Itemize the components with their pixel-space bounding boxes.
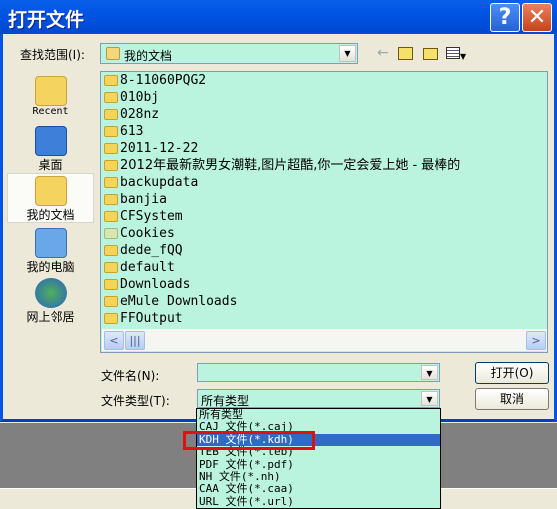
chevron-down-icon[interactable]: ▼	[421, 391, 438, 406]
back-icon[interactable]: ←	[377, 45, 389, 61]
file-name: CFSystem	[120, 209, 183, 224]
horizontal-scrollbar[interactable]: < ||| >	[102, 329, 547, 351]
annotation-highlight-box	[183, 431, 315, 450]
file-name: 028nz	[120, 107, 160, 122]
up-folder-icon[interactable]	[398, 47, 413, 60]
folder-icon	[104, 143, 118, 154]
folder-icon	[104, 211, 118, 222]
file-list-item[interactable]: banjia	[101, 191, 547, 208]
folder-icon	[104, 160, 118, 171]
folder-icon	[104, 177, 118, 188]
place-recent[interactable]: Recent	[7, 74, 94, 124]
filetype-option[interactable]: CAA 文件(*.caa)	[197, 482, 440, 495]
file-name: 010bj	[120, 90, 160, 105]
filename-input[interactable]: ▼	[197, 363, 440, 382]
lookin-value: 我的文档	[124, 49, 173, 63]
my-documents-icon	[106, 47, 120, 60]
folder-icon	[104, 126, 118, 137]
file-name: 2012年最新款男女潮鞋,图片超酷,你一定会爱上她 - 最棒的	[120, 158, 461, 173]
file-list-item[interactable]: eMule Downloads	[101, 293, 547, 310]
recent-folder-icon	[34, 76, 67, 106]
file-name: dede_fQQ	[120, 243, 183, 258]
file-name: banjia	[120, 192, 167, 207]
file-list-item[interactable]: dede_fQQ	[101, 242, 547, 259]
place-my-computer[interactable]: 我的电脑	[7, 226, 94, 276]
file-list-item[interactable]: 2012年最新款男女潮鞋,图片超酷,你一定会爱上她 - 最棒的	[101, 157, 547, 174]
filename-label: 文件名(N):	[101, 369, 160, 383]
close-button[interactable]: ✕	[522, 3, 552, 32]
folder-icon	[104, 92, 118, 103]
my-computer-icon	[34, 228, 67, 258]
folder-icon	[104, 296, 118, 307]
file-list-item[interactable]: Downloads	[101, 276, 547, 293]
open-button[interactable]: 打开(O)	[475, 362, 549, 384]
file-list-item[interactable]: default	[101, 259, 547, 276]
file-list-item[interactable]: backupdata	[101, 174, 547, 191]
file-name: Downloads	[120, 277, 191, 292]
folder-icon	[104, 194, 118, 205]
folder-icon	[104, 245, 118, 256]
file-list[interactable]: 8-11060PQG2 010bj 028nz 613 2011-12-22 2012年最…	[100, 71, 548, 353]
my-documents-icon	[34, 176, 67, 206]
file-name: default	[120, 260, 175, 275]
filetype-label: 文件类型(T):	[101, 394, 170, 408]
window-title: 打开文件	[8, 9, 85, 31]
file-name: Cookies	[120, 226, 175, 241]
file-list-item[interactable]: 613	[101, 123, 547, 140]
file-list-item[interactable]: FFOutput	[101, 310, 547, 327]
lookin-label: 查找范围(I):	[20, 48, 85, 62]
network-places-icon	[34, 278, 67, 308]
file-list-item[interactable]: 010bj	[101, 89, 547, 106]
place-my-documents[interactable]: 我的文档	[7, 173, 94, 223]
scroll-right-button[interactable]: >	[526, 331, 546, 350]
place-desktop[interactable]: 桌面	[7, 124, 94, 174]
folder-icon	[104, 262, 118, 273]
folder-icon	[104, 109, 118, 120]
file-name: 2011-12-22	[120, 141, 199, 156]
file-name: 8-11060PQG2	[120, 73, 207, 88]
place-network[interactable]: 网上邻居	[7, 276, 94, 326]
chevron-down-icon[interactable]: ▼	[421, 365, 438, 380]
file-list-item[interactable]: 8-11060PQG2	[101, 72, 547, 89]
folder-icon	[104, 279, 118, 290]
file-list-item[interactable]: 028nz	[101, 106, 547, 123]
file-name: backupdata	[120, 175, 199, 190]
filetype-dropdown-list[interactable]: 所有类型 CAJ 文件(*.caj) KDH 文件(*.kdh) TEB 文件(*.t…	[196, 408, 441, 509]
filetype-option[interactable]: URL 文件(*.url)	[197, 495, 440, 508]
folder-icon	[104, 313, 118, 324]
file-list-item[interactable]: CFSystem	[101, 208, 547, 225]
folder-icon	[104, 75, 118, 86]
desktop-icon	[34, 126, 67, 156]
file-name: eMule Downloads	[120, 294, 238, 309]
view-menu-icon[interactable]: ▼	[446, 47, 470, 61]
chevron-down-icon[interactable]: ▼	[339, 45, 356, 62]
folder-icon	[104, 228, 118, 239]
file-name: FFOutput	[120, 311, 183, 326]
lookin-combobox[interactable]: 我的文档 ▼	[100, 43, 358, 64]
scroll-thumb[interactable]: |||	[125, 331, 145, 350]
filetype-select[interactable]: 所有类型 ▼	[197, 389, 440, 408]
file-list-item[interactable]: Cookies	[101, 225, 547, 242]
help-button[interactable]: ?	[490, 3, 520, 32]
file-list-item[interactable]: 2011-12-22	[101, 140, 547, 157]
new-folder-icon[interactable]	[423, 48, 438, 60]
file-name: 613	[120, 124, 144, 139]
cancel-button[interactable]: 取消	[475, 388, 549, 410]
scroll-left-button[interactable]: <	[104, 331, 124, 350]
